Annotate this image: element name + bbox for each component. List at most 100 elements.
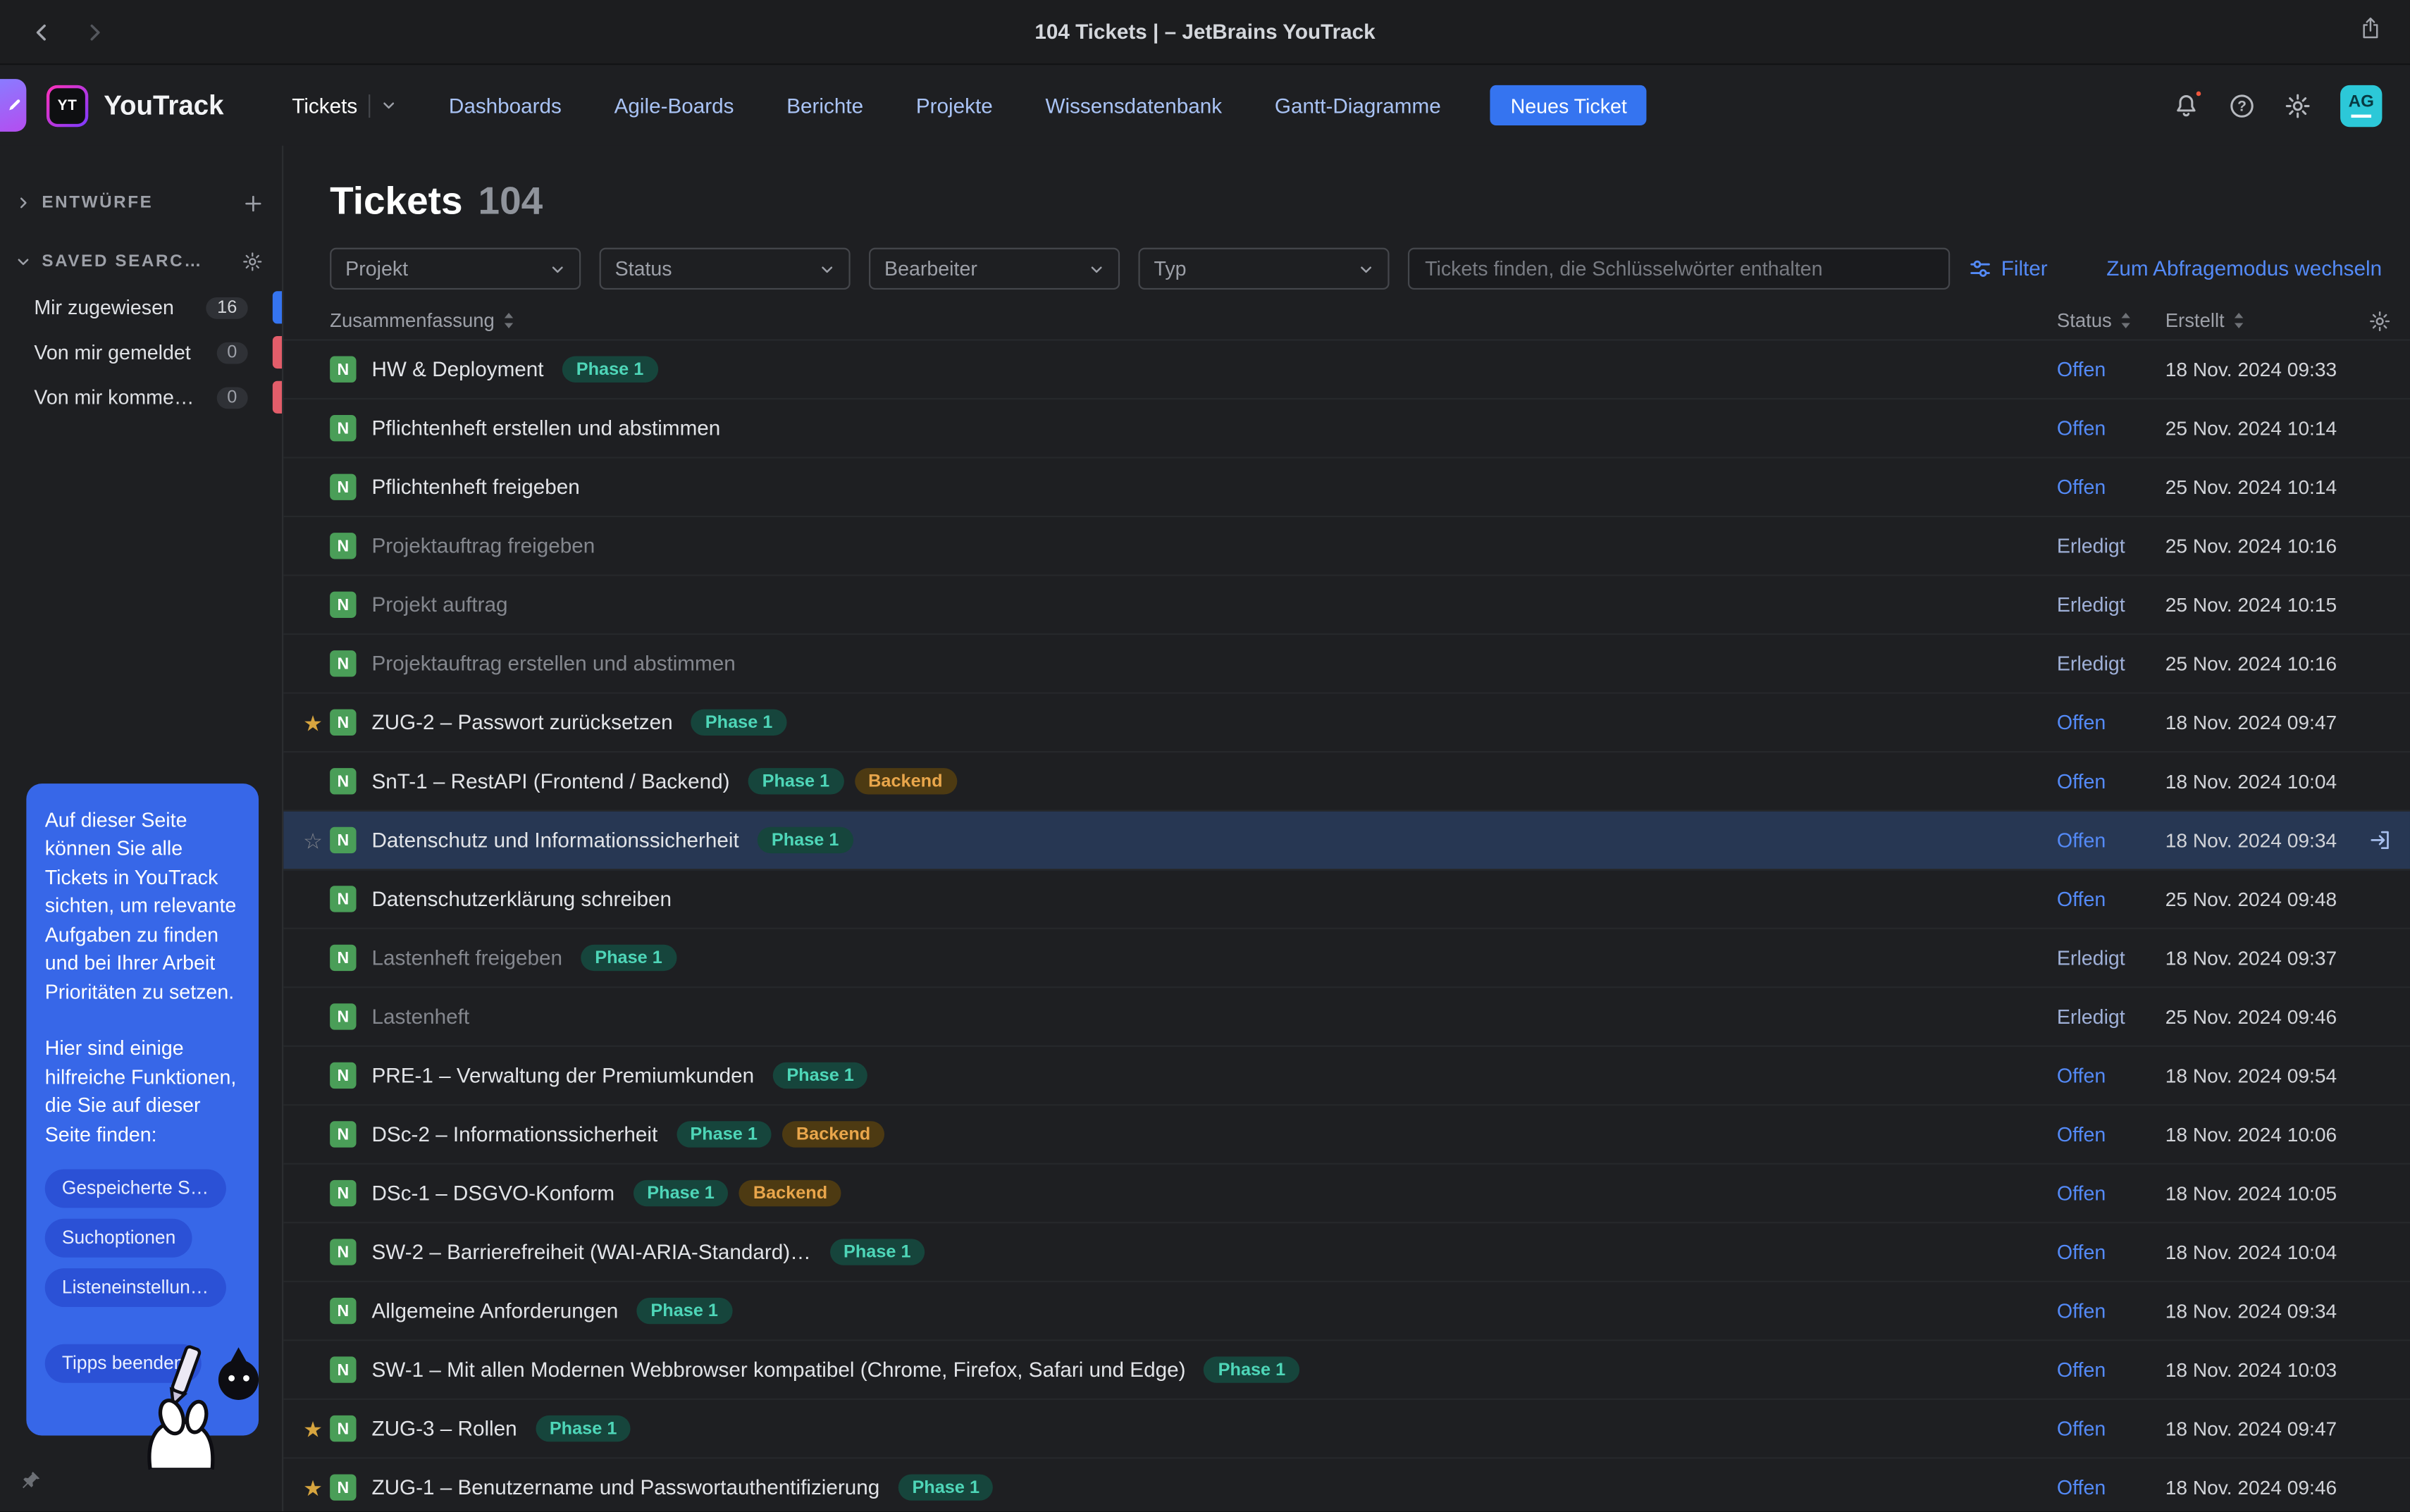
ticket-status[interactable]: Offen [2057, 829, 2165, 852]
ticket-status[interactable]: Offen [2057, 711, 2165, 734]
column-header-created[interactable]: Erstellt [2165, 310, 2361, 332]
tag-phase[interactable]: Phase 1 [691, 709, 786, 736]
ticket-status[interactable]: Erledigt [2057, 1005, 2165, 1028]
tag-phase[interactable]: Phase 1 [773, 1062, 868, 1089]
tag-backend[interactable]: Backend [782, 1121, 884, 1147]
plus-icon[interactable] [243, 193, 264, 213]
help-button[interactable]: ? [2229, 92, 2255, 118]
ticket-row[interactable]: ★ N ZUG-3 – Rollen Phase 1 Offen 18 Nov.… [283, 1400, 2410, 1459]
ticket-row[interactable]: N Lastenheft Erledigt 25 Nov. 2024 09:46 [283, 988, 2410, 1047]
ticket-row[interactable]: N SnT-1 – RestAPI (Frontend / Backend) P… [283, 752, 2410, 812]
ticket-row[interactable]: N Lastenheft freigeben Phase 1 Erledigt … [283, 929, 2410, 989]
ticket-status[interactable]: Offen [2057, 1123, 2165, 1146]
pencil-tab-icon[interactable] [0, 79, 26, 132]
ticket-row[interactable]: N SW-1 – Mit allen Modernen Webbrowser k… [283, 1341, 2410, 1400]
star-icon[interactable]: ★ [296, 712, 330, 733]
ticket-row[interactable]: ☆ N Datenschutz und Informationssicherhe… [283, 812, 2410, 871]
tag-phase[interactable]: Phase 1 [758, 827, 853, 853]
column-settings-button[interactable] [2361, 309, 2392, 332]
sidebar-pin-button[interactable] [20, 1470, 42, 1499]
ticket-status[interactable]: Offen [2057, 416, 2165, 440]
tag-phase[interactable]: Phase 1 [1204, 1356, 1299, 1382]
ticket-status[interactable]: Offen [2057, 769, 2165, 793]
nav-item[interactable]: Gantt-Diagramme [1275, 94, 1441, 117]
ticket-status[interactable]: Offen [2057, 1182, 2165, 1205]
ticket-row[interactable]: ★ N ZUG-2 – Passwort zurücksetzen Phase … [283, 694, 2410, 753]
ticket-row[interactable]: N Allgemeine Anforderungen Phase 1 Offen… [283, 1282, 2410, 1341]
ticket-row[interactable]: N SW-2 – Barrierefreiheit (WAI-ARIA-Stan… [283, 1223, 2410, 1282]
chevron-down-icon[interactable] [381, 97, 396, 113]
ticket-status[interactable]: Offen [2057, 476, 2165, 499]
filter-dropdown[interactable]: Projekt [330, 248, 581, 290]
query-mode-link[interactable]: Zum Abfragemodus wechseln [2106, 257, 2382, 280]
ticket-row[interactable]: N Projektauftrag erstellen und abstimmen… [283, 635, 2410, 694]
notifications-button[interactable] [2173, 92, 2199, 118]
search-input[interactable] [1408, 248, 1950, 290]
filter-button[interactable]: Filter [1969, 257, 2048, 280]
ticket-row[interactable]: N Pflichtenheft erstellen und abstimmen … [283, 399, 2410, 459]
ticket-status[interactable]: Offen [2057, 1299, 2165, 1322]
star-icon[interactable]: ☆ [296, 829, 330, 851]
ticket-status[interactable]: Erledigt [2057, 593, 2165, 616]
youtrack-logo[interactable]: YT [47, 85, 88, 126]
ticket-status[interactable]: Offen [2057, 1476, 2165, 1499]
tour-chip[interactable]: Listeneinstellun… [45, 1268, 226, 1307]
settings-button[interactable] [2285, 92, 2311, 118]
ticket-row[interactable]: N PRE-1 – Verwaltung der Premiumkunden P… [283, 1047, 2410, 1106]
ticket-row[interactable]: N DSc-2 – Informationssicherheit Phase 1… [283, 1105, 2410, 1165]
tag-backend[interactable]: Backend [739, 1180, 841, 1206]
ticket-status[interactable]: Erledigt [2057, 652, 2165, 675]
tag-phase[interactable]: Phase 1 [637, 1298, 732, 1324]
back-button[interactable] [28, 18, 56, 46]
saved-search-item[interactable]: Von mir gemeldet 0 [0, 330, 282, 375]
gear-icon[interactable] [242, 251, 264, 273]
saved-search-item[interactable]: Mir zugewiesen 16 [0, 285, 282, 330]
tag-phase[interactable]: Phase 1 [898, 1474, 994, 1500]
filter-dropdown[interactable]: Typ [1138, 248, 1389, 290]
star-icon[interactable]: ★ [296, 1477, 330, 1499]
tag-phase[interactable]: Phase 1 [829, 1239, 925, 1265]
ticket-row[interactable]: N Pflichtenheft freigeben Offen 25 Nov. … [283, 459, 2410, 518]
user-avatar[interactable]: AG [2340, 85, 2382, 126]
ticket-row[interactable]: N Projektauftrag freigeben Erledigt 25 N… [283, 517, 2410, 576]
saved-search-item[interactable]: Von mir komme… 0 [0, 375, 282, 420]
star-icon[interactable]: ★ [296, 1418, 330, 1439]
tag-phase[interactable]: Phase 1 [562, 357, 657, 383]
nav-item[interactable]: Projekte [916, 94, 993, 117]
column-header-status[interactable]: Status [2057, 310, 2165, 332]
ticket-row[interactable]: N HW & Deployment Phase 1 Offen 18 Nov. … [283, 341, 2410, 400]
forward-button[interactable] [80, 18, 109, 46]
tag-phase[interactable]: Phase 1 [581, 945, 676, 971]
tag-phase[interactable]: Phase 1 [634, 1180, 729, 1206]
column-header-summary[interactable]: Zusammenfassung [296, 310, 2057, 332]
nav-item[interactable]: Berichte [786, 94, 863, 117]
nav-item-tickets[interactable]: Tickets [292, 94, 396, 117]
drafts-section-header[interactable]: ENTWÜRFE [0, 180, 282, 226]
ticket-status[interactable]: Offen [2057, 1241, 2165, 1264]
nav-item[interactable]: Dashboards [449, 94, 562, 117]
ticket-status[interactable]: Offen [2057, 1064, 2165, 1087]
new-ticket-button[interactable]: Neues Ticket [1490, 85, 1647, 125]
ticket-row[interactable]: N DSc-1 – DSGVO-Konform Phase 1Backend O… [283, 1165, 2410, 1224]
tag-phase[interactable]: Phase 1 [676, 1121, 772, 1147]
tag-backend[interactable]: Backend [854, 768, 956, 794]
saved-searches-header[interactable]: SAVED SEARC… [0, 238, 282, 285]
ticket-row[interactable]: N Datenschutzerklärung schreiben Offen 2… [283, 870, 2410, 929]
open-ticket-icon[interactable] [2361, 829, 2392, 852]
tour-chip[interactable]: Suchoptionen [45, 1219, 193, 1258]
nav-item[interactable]: Agile-Boards [614, 94, 734, 117]
ticket-status[interactable]: Erledigt [2057, 534, 2165, 557]
nav-item[interactable]: Wissensdatenbank [1045, 94, 1222, 117]
filter-dropdown[interactable]: Bearbeiter [869, 248, 1120, 290]
ticket-row[interactable]: ★ N ZUG-1 – Benutzername und Passwortaut… [283, 1458, 2410, 1511]
share-button[interactable] [2359, 16, 2382, 48]
ticket-status[interactable]: Offen [2057, 1417, 2165, 1440]
ticket-row[interactable]: N Projekt auftrag Erledigt 25 Nov. 2024 … [283, 576, 2410, 636]
filter-dropdown[interactable]: Status [600, 248, 851, 290]
ticket-status[interactable]: Offen [2057, 1358, 2165, 1382]
tag-phase[interactable]: Phase 1 [748, 768, 844, 794]
ticket-status[interactable]: Offen [2057, 887, 2165, 910]
tour-end-button[interactable]: Tipps beenden [45, 1344, 202, 1383]
ticket-status[interactable]: Offen [2057, 358, 2165, 381]
tour-chip[interactable]: Gespeicherte S… [45, 1169, 226, 1208]
